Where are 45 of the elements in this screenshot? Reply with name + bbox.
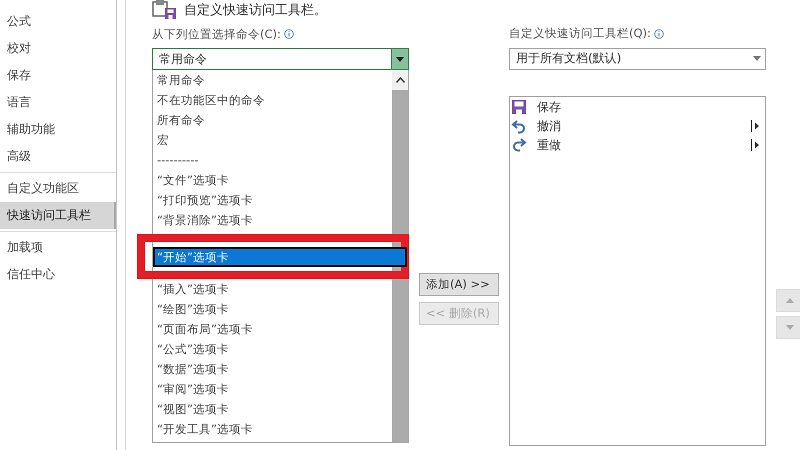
sidebar-item[interactable]: 保存	[0, 62, 116, 89]
toolbar-command-item[interactable]: 重做	[527, 136, 751, 154]
toolbar-command-item[interactable]: 保存	[527, 98, 765, 116]
sidebar-item[interactable]: 公式	[0, 8, 116, 35]
command-list-item[interactable]: 常用命令	[153, 70, 392, 90]
customize-toolbar-label: 自定义快速访问工具栏(Q):	[509, 26, 651, 42]
command-list-item[interactable]: “审阅”选项卡	[153, 379, 392, 399]
choose-commands-label: 从下列位置选择命令(C):	[152, 26, 281, 42]
info-icon	[284, 29, 294, 39]
command-list-item[interactable]: “文件”选项卡	[153, 170, 392, 190]
sidebar-item[interactable]: 自定义功能区	[0, 175, 116, 202]
command-list-item[interactable]: 宏	[153, 130, 392, 150]
command-list-item[interactable]: “页面布局”选项卡	[153, 319, 392, 339]
command-list-item[interactable]: “开发工具”选项卡	[153, 419, 392, 439]
sidebar-item[interactable]: 快速访问工具栏	[0, 202, 116, 229]
command-list-item[interactable]: 不在功能区中的命令	[153, 90, 392, 110]
command-list-item[interactable]: “公式”选项卡	[153, 339, 392, 359]
command-list-item[interactable]: 所有命令	[153, 110, 392, 130]
toolbar-command-item[interactable]: 撤消	[527, 118, 751, 135]
info-icon	[654, 28, 664, 39]
sidebar-item[interactable]: 语言	[0, 89, 116, 116]
sidebar-item[interactable]: 校对	[0, 35, 116, 62]
dropdown-arrow-icon	[396, 56, 404, 62]
scroll-up-icon[interactable]	[396, 77, 404, 83]
section-title: 自定义快速访问工具栏。	[184, 2, 327, 19]
up-triangle-icon	[785, 297, 795, 304]
down-triangle-icon	[785, 324, 795, 331]
redo-icon	[511, 137, 527, 154]
add-button[interactable]: 添加(A) >>	[419, 273, 499, 296]
sidebar-item[interactable]: 辅助功能	[0, 116, 116, 143]
command-list-item[interactable]: “数据”选项卡	[153, 359, 392, 379]
sidebar-item[interactable]: 加载项	[0, 234, 116, 261]
sidebar-item[interactable]: 高级	[0, 143, 116, 170]
undo-icon	[511, 118, 527, 134]
command-list-item[interactable]: “视图”选项卡	[153, 399, 392, 419]
command-list-item[interactable]: “背景消除”选项卡	[153, 210, 392, 230]
command-list-item[interactable]: “开始”选项卡	[153, 247, 407, 267]
command-list-item[interactable]: ----------	[153, 150, 392, 170]
command-list-item[interactable]: “打印预览”选项卡	[153, 190, 392, 210]
scope-dropdown[interactable]: 用于所有文档(默认)	[509, 48, 766, 70]
command-list-item[interactable]: “插入”选项卡	[153, 279, 392, 299]
command-list-item[interactable]: “绘图”选项卡	[153, 299, 392, 319]
commands-dropdown[interactable]: 常用命令	[152, 48, 409, 70]
sidebar-item[interactable]: 信任中心	[0, 261, 116, 288]
dropdown-arrow-icon	[753, 56, 761, 62]
